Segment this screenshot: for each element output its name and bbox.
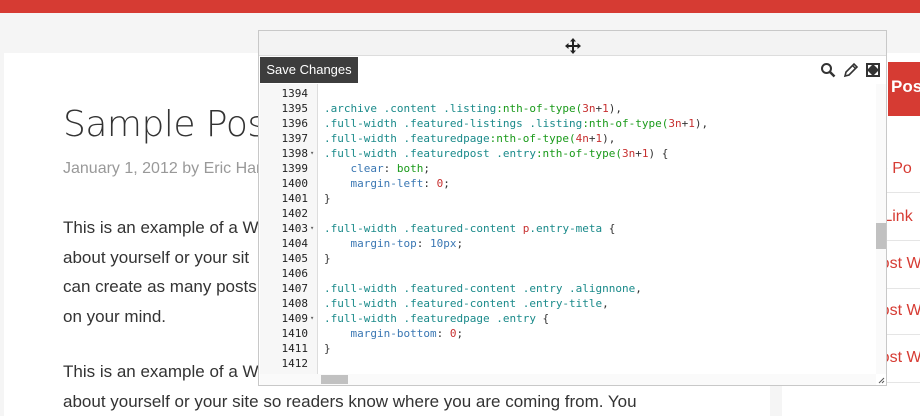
paragraph-line: about yourself or your site so readers k…	[63, 391, 637, 411]
fullscreen-icon[interactable]	[865, 62, 881, 78]
code-line: 1399 clear: both;	[260, 161, 876, 176]
code-line: 1403 ▾ .full-width .featured-content p.ent…	[260, 221, 876, 236]
code-line: 1398 ▾ .full-width .featuredpost .entry:nt…	[260, 146, 876, 161]
line-number: 1397	[281, 132, 309, 145]
line-number: 1409	[281, 312, 309, 325]
code-line: 1394	[260, 86, 876, 101]
post-by: by	[182, 160, 200, 177]
save-changes-button[interactable]: Save Changes	[260, 57, 358, 83]
line-number: 1406	[281, 267, 309, 280]
code-text: clear: both;	[350, 162, 431, 175]
code-text: }	[324, 342, 331, 355]
horizontal-scrollbar-thumb[interactable]	[321, 375, 348, 384]
code-line: 1404 margin-top: 10px;	[260, 236, 876, 251]
post-title: Sample Post	[63, 104, 280, 145]
line-number: 1402	[281, 207, 309, 220]
code-text: margin-left: 0;	[350, 177, 450, 190]
code-line: 1411}	[260, 341, 876, 356]
code-line: 1408 .full-width .featured-content .entry…	[260, 296, 876, 311]
sidebar-widget-title: Pos	[888, 62, 920, 116]
code-line: 1407 .full-width .featured-content .entry…	[260, 281, 876, 296]
code-text: .archive .content .listing:nth-of-type(3…	[324, 102, 623, 115]
line-number: 1410	[281, 327, 309, 340]
fold-toggle-icon[interactable]: ▾	[310, 311, 318, 326]
pencil-icon[interactable]	[843, 62, 859, 78]
line-number: 1395	[281, 102, 309, 115]
code-text: margin-top: 10px;	[350, 237, 464, 250]
post-author-link[interactable]: Eric Han	[204, 160, 265, 177]
code-line: 1410 margin-bottom: 0;	[260, 326, 876, 341]
search-icon[interactable]	[820, 62, 836, 78]
line-number: 1411	[281, 342, 309, 355]
code-editor[interactable]: 1394 1395 .archive .content .listing:nth-o…	[260, 84, 876, 374]
code-text: .full-width .featuredpage .entry {	[324, 312, 550, 325]
editor-drag-bar[interactable]	[259, 31, 886, 56]
code-line: 1396 .full-width .featured-listings .list…	[260, 116, 876, 131]
code-text: }	[324, 192, 331, 205]
code-lines: 1394 1395 .archive .content .listing:nth-o…	[260, 86, 876, 374]
line-number: 1405	[281, 252, 309, 265]
move-icon[interactable]	[564, 37, 582, 55]
code-line: 1405}	[260, 251, 876, 266]
line-number: 1401	[281, 192, 309, 205]
code-line: 1409 ▾ .full-width .featuredpage .entry {	[260, 311, 876, 326]
line-number: 1394	[281, 87, 309, 100]
line-number: 1399	[281, 162, 309, 175]
code-text: .full-width .featured-listings .listing:…	[324, 117, 709, 130]
code-text: .full-width .featured-content p.entry-me…	[324, 222, 616, 235]
horizontal-scrollbar-track[interactable]	[260, 374, 876, 385]
resize-handle-icon[interactable]	[876, 374, 886, 385]
code-text: .full-width .featured-content .entry-tit…	[324, 297, 609, 310]
post-meta: January 1, 2012 by Eric Han	[63, 160, 265, 178]
line-number: 1403	[281, 222, 309, 235]
line-number: 1407	[281, 282, 309, 295]
code-line: 1401}	[260, 191, 876, 206]
fold-toggle-icon[interactable]: ▾	[310, 146, 318, 161]
css-editor-panel: Save Changes 1394 1395 .archive .content .…	[258, 30, 887, 386]
line-number: 1412	[281, 357, 309, 370]
post-date: January 1, 2012	[63, 160, 178, 177]
code-text: margin-bottom: 0;	[350, 327, 464, 340]
line-number: 1396	[281, 117, 309, 130]
code-text: .full-width .featuredpage:nth-of-type(4n…	[324, 132, 616, 145]
code-text: .full-width .featuredpost .entry:nth-of-…	[324, 147, 669, 160]
site-header-bar	[0, 0, 920, 13]
code-line: 1412	[260, 356, 876, 371]
code-line: 1402	[260, 206, 876, 221]
line-number: 1400	[281, 177, 309, 190]
code-line: 1406	[260, 266, 876, 281]
line-number: 1408	[281, 297, 309, 310]
line-number: 1398	[281, 147, 309, 160]
code-line: 1395 .archive .content .listing:nth-of-ty…	[260, 101, 876, 116]
vertical-scrollbar-thumb[interactable]	[876, 223, 886, 249]
code-text: }	[324, 252, 331, 265]
code-line: 1400 margin-left: 0;	[260, 176, 876, 191]
fold-toggle-icon[interactable]: ▾	[310, 221, 318, 236]
code-text: .full-width .featured-content .entry .al…	[324, 282, 642, 295]
code-line: 1397 .full-width .featuredpage:nth-of-typ…	[260, 131, 876, 146]
line-number: 1404	[281, 237, 309, 250]
